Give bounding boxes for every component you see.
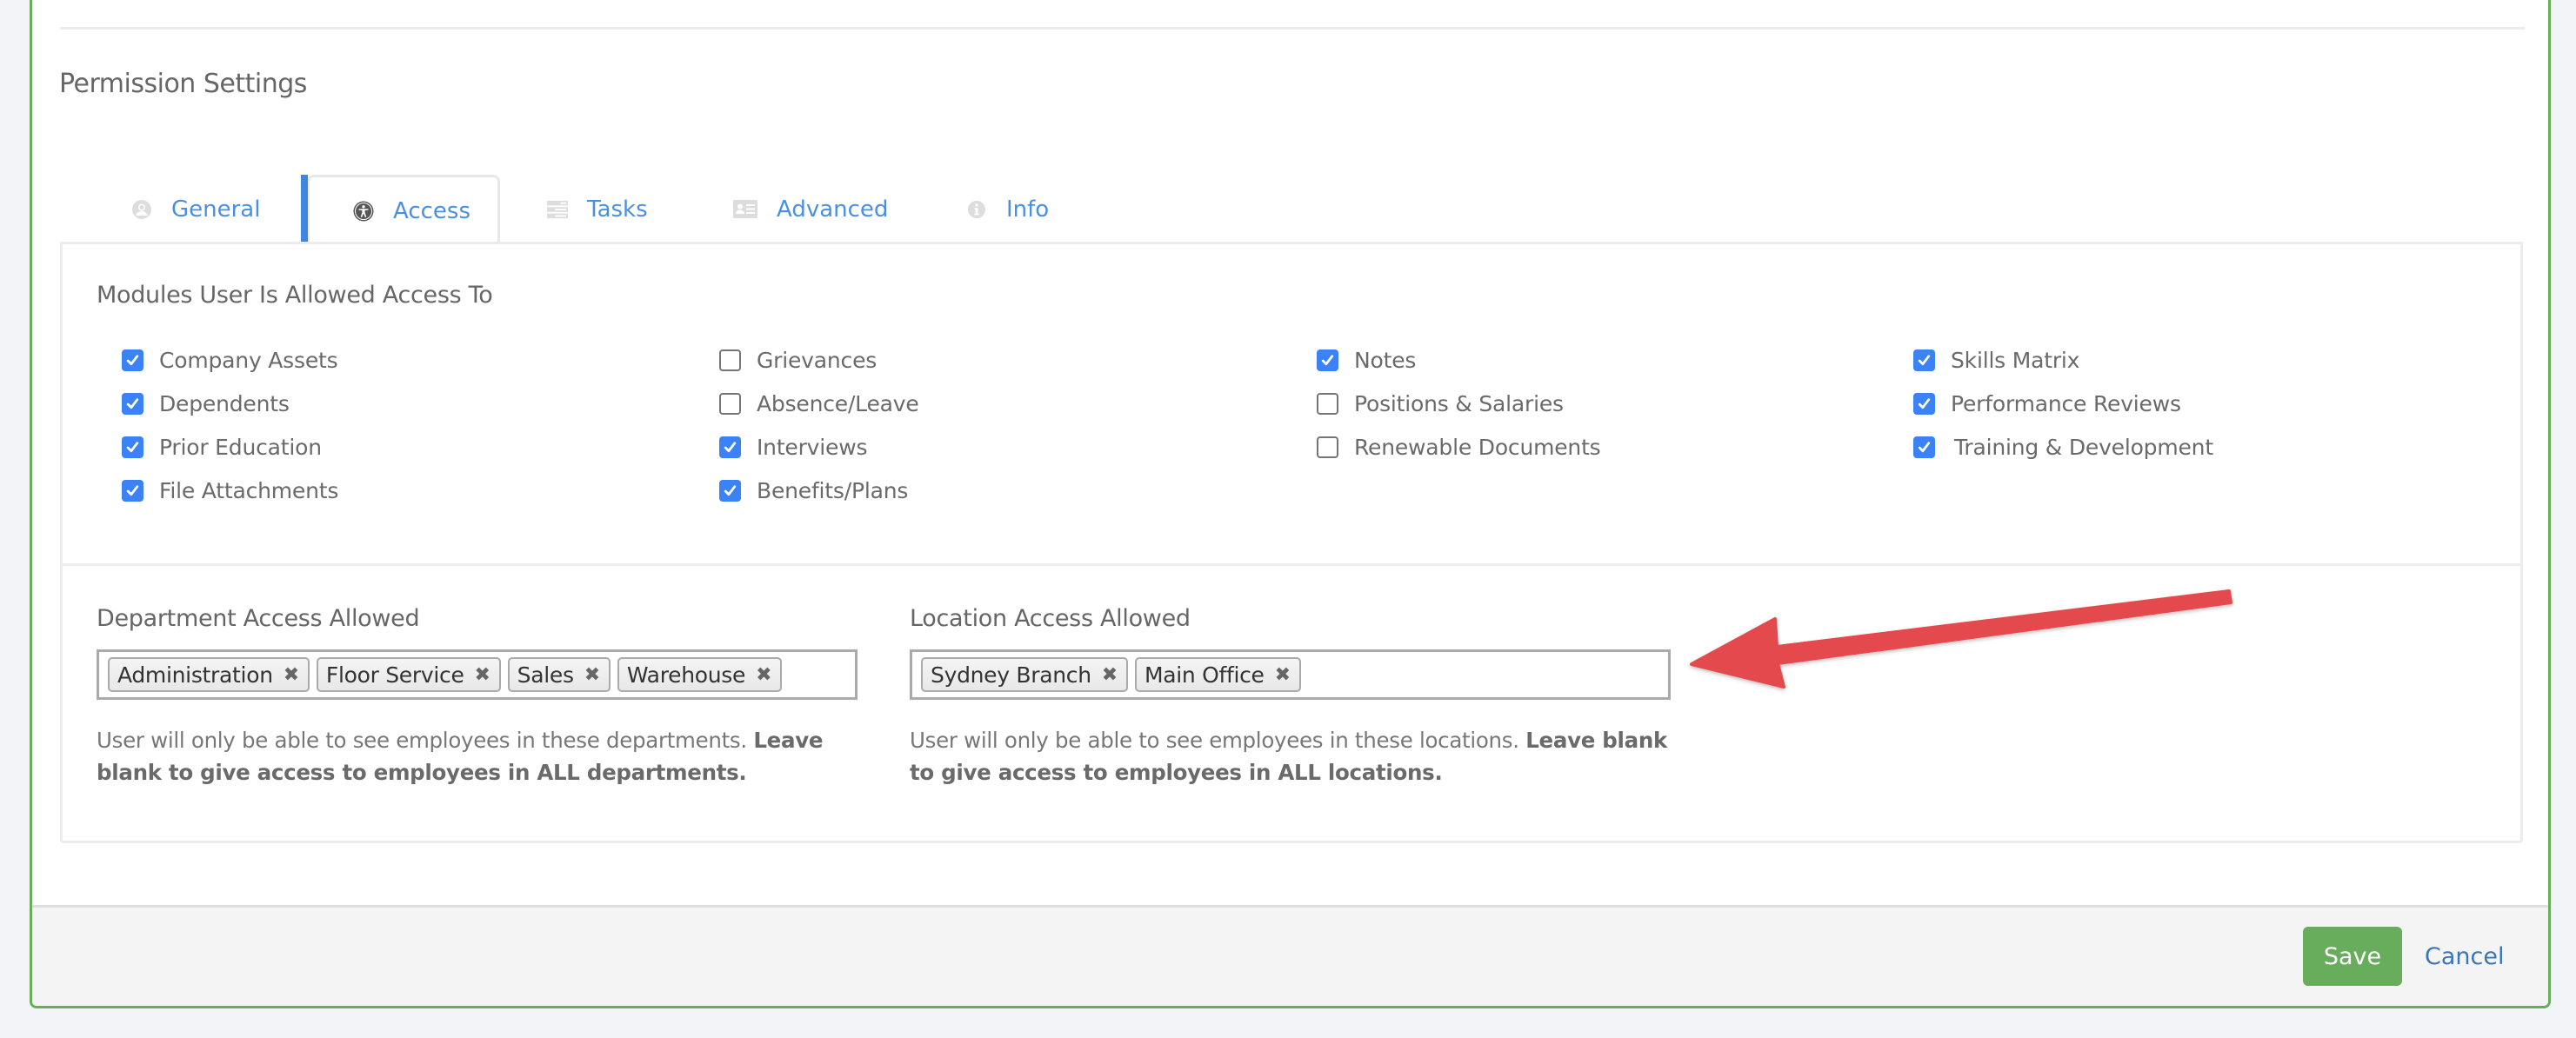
- checkbox-checked[interactable]: [719, 479, 741, 502]
- module-benefits-plans[interactable]: Benefits/Plans: [719, 469, 919, 512]
- module-label: File Attachments: [159, 477, 339, 503]
- modules-column: Company Assets Dependents Prior Educatio…: [122, 338, 338, 512]
- module-interviews[interactable]: Interviews: [719, 425, 919, 469]
- remove-tag-icon[interactable]: ✖: [284, 664, 299, 686]
- modules-column: Grievances Absence/Leave Interviews Bene…: [719, 338, 919, 512]
- modules-column: Notes Positions & Salaries Renewable Doc…: [1317, 338, 1601, 469]
- module-label: Benefits/Plans: [757, 477, 909, 503]
- divider: [60, 27, 2525, 30]
- department-help-text: User will only be able to see employees …: [97, 728, 824, 785]
- module-file-attachments[interactable]: File Attachments: [122, 469, 338, 512]
- permission-settings-card: Permission Settings General Access Tasks…: [30, 0, 2551, 1008]
- remove-tag-icon[interactable]: ✖: [475, 664, 491, 686]
- cancel-link[interactable]: Cancel: [2425, 927, 2504, 986]
- module-label: Interviews: [757, 434, 868, 460]
- checkbox-checked[interactable]: [122, 436, 143, 458]
- tab-label: Advanced: [777, 196, 889, 223]
- remove-tag-icon[interactable]: ✖: [1275, 664, 1291, 686]
- module-label: Performance Reviews: [1951, 390, 2181, 416]
- checkbox-checked[interactable]: [122, 392, 143, 415]
- tab-bar: General Access Tasks Advanced Info: [60, 175, 2523, 246]
- module-label: Notes: [1354, 347, 1417, 373]
- department-access-input[interactable]: Administration ✖ Floor Service ✖ Sales ✖ Wa…: [97, 649, 858, 700]
- module-company-assets[interactable]: Company Assets: [122, 338, 338, 382]
- module-label: Prior Education: [159, 434, 322, 460]
- checkbox-unchecked[interactable]: [1317, 436, 1338, 458]
- tab-label: Info: [1006, 196, 1050, 223]
- location-tag: Sydney Branch ✖: [921, 657, 1128, 692]
- info-circle-icon: [966, 199, 987, 220]
- module-label: Renewable Documents: [1354, 434, 1601, 460]
- module-label: Skills Matrix: [1951, 347, 2080, 373]
- section-title: Permission Settings: [59, 69, 307, 99]
- location-access-label: Location Access Allowed: [910, 605, 1191, 632]
- tab-tasks[interactable]: Tasks: [547, 175, 648, 244]
- module-label: Absence/Leave: [757, 390, 919, 416]
- checkbox-checked[interactable]: [1913, 392, 1935, 415]
- department-tag: Floor Service ✖: [316, 657, 501, 692]
- user-circle-icon: [131, 199, 152, 220]
- module-training-development[interactable]: Training & Development: [1913, 425, 2213, 469]
- tab-access[interactable]: Access: [301, 175, 500, 246]
- location-help-text: User will only be able to see employees …: [910, 728, 1667, 785]
- tab-info[interactable]: Info: [966, 175, 1049, 244]
- checkbox-unchecked[interactable]: [719, 349, 741, 371]
- department-tag: Administration ✖: [108, 657, 310, 692]
- remove-tag-icon[interactable]: ✖: [756, 664, 771, 686]
- module-absence-leave[interactable]: Absence/Leave: [719, 382, 919, 425]
- checkbox-checked[interactable]: [719, 436, 741, 458]
- department-tag: Sales ✖: [507, 657, 611, 692]
- module-prior-education[interactable]: Prior Education: [122, 425, 338, 469]
- checkbox-unchecked[interactable]: [1317, 392, 1338, 415]
- checkbox-checked[interactable]: [122, 349, 143, 371]
- location-access-input[interactable]: Sydney Branch ✖ Main Office ✖: [910, 649, 1671, 700]
- checkbox-checked[interactable]: [122, 479, 143, 502]
- checkbox-checked[interactable]: [1913, 436, 1935, 458]
- remove-tag-icon[interactable]: ✖: [1102, 664, 1118, 686]
- checkbox-unchecked[interactable]: [719, 392, 741, 415]
- module-notes[interactable]: Notes: [1317, 338, 1601, 382]
- modules-title: Modules User Is Allowed Access To: [97, 282, 493, 309]
- tab-advanced[interactable]: Advanced: [733, 175, 888, 244]
- accessibility-icon: [353, 201, 374, 222]
- module-dependents[interactable]: Dependents: [122, 382, 338, 425]
- module-label: Positions & Salaries: [1354, 390, 1564, 416]
- checkbox-checked[interactable]: [1913, 349, 1935, 371]
- location-tag: Main Office ✖: [1134, 657, 1301, 692]
- module-skills-matrix[interactable]: Skills Matrix: [1913, 338, 2213, 382]
- tab-label: Tasks: [587, 196, 648, 223]
- checkbox-checked[interactable]: [1317, 349, 1338, 371]
- module-performance-reviews[interactable]: Performance Reviews: [1913, 382, 2213, 425]
- modules-column: Skills Matrix Performance Reviews Traini…: [1913, 338, 2213, 469]
- module-label: Grievances: [757, 347, 878, 373]
- module-label: Company Assets: [159, 347, 338, 373]
- module-label: Dependents: [159, 390, 290, 416]
- remove-tag-icon[interactable]: ✖: [584, 664, 600, 686]
- form-footer: Save Cancel: [32, 905, 2548, 1006]
- id-card-icon: [733, 199, 757, 220]
- tab-label: General: [171, 196, 261, 223]
- save-button[interactable]: Save: [2303, 927, 2402, 986]
- annotation-arrow-icon: [1690, 589, 2232, 689]
- modules-panel: Modules User Is Allowed Access To Compan…: [60, 242, 2523, 566]
- department-tag: Warehouse ✖: [617, 657, 783, 692]
- tab-label: Access: [393, 197, 471, 224]
- tab-general[interactable]: General: [131, 175, 260, 244]
- department-access-label: Department Access Allowed: [97, 605, 420, 632]
- tasks-list-icon: [547, 199, 568, 220]
- module-grievances[interactable]: Grievances: [719, 338, 919, 382]
- module-positions-salaries[interactable]: Positions & Salaries: [1317, 382, 1601, 425]
- module-renewable-documents[interactable]: Renewable Documents: [1317, 425, 1601, 469]
- module-label: Training & Development: [1954, 434, 2213, 460]
